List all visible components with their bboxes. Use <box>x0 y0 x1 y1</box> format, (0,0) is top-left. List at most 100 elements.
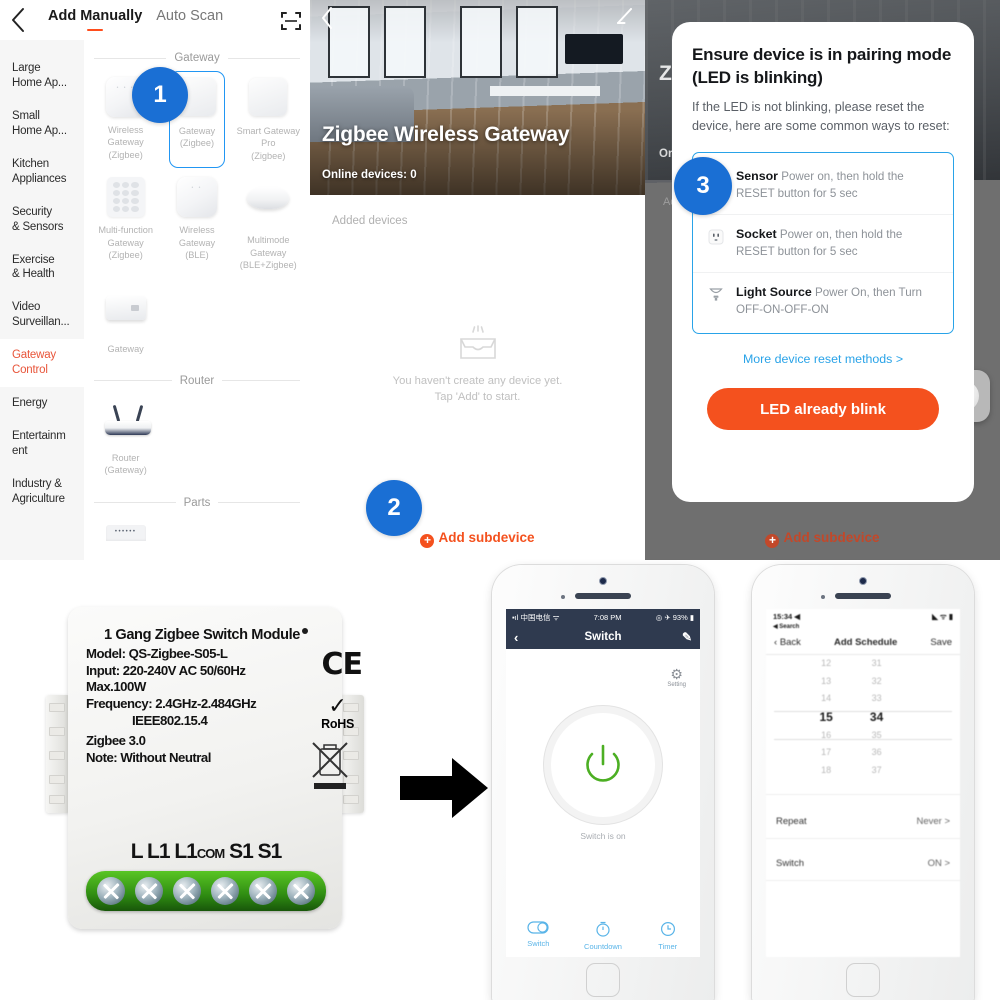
device-thumbnail: •••••• <box>105 524 147 560</box>
spec-note: Note: Without Neutral <box>86 749 211 765</box>
poster-canvas: Add Manually Auto Scan Large Home Ap... … <box>0 0 1000 1000</box>
minute-option: 35 <box>871 729 882 740</box>
clock-icon <box>635 921 700 939</box>
tab-auto-scan[interactable]: Auto Scan <box>156 8 223 27</box>
back-icon[interactable] <box>10 7 26 33</box>
back-icon[interactable]: ‹ <box>514 630 518 645</box>
pairing-mode-dialog: Ensure device is in pairing mode (LED is… <box>672 22 974 502</box>
sidebar-item-label: Gateway Control <box>12 349 56 377</box>
device-name: Multimode Gateway (BLE+Zigbee) <box>239 235 297 271</box>
sidebar-item-security-sensors[interactable]: Security & Sensors <box>0 196 84 244</box>
terminal-screw <box>97 877 125 905</box>
more-reset-methods-link[interactable]: More device reset methods > <box>692 352 954 366</box>
device-name: Wireless Gateway (Zigbee) <box>107 125 144 160</box>
save-button[interactable]: Save <box>930 637 952 648</box>
gateway-hero-image: Zigbee Wireless Gateway Online devices: … <box>310 0 645 195</box>
home-button[interactable] <box>586 963 620 997</box>
bottom-tab-bar: Switch Countdown Timer <box>506 921 700 951</box>
tab-add-manually[interactable]: Add Manually <box>48 8 142 27</box>
power-toggle-button[interactable] <box>551 713 655 817</box>
sidebar-item-label: Video Surveillan... <box>12 301 70 329</box>
row-label: Repeat <box>776 816 807 827</box>
status-bar: 15:34 ◀ ◀ Search ◣ ᯤ ▮ <box>766 609 960 631</box>
pairing-dialog-panel: Zigbee Wireless Gateway Online devices: … <box>645 0 1000 560</box>
device-card-multifunction-gateway[interactable]: Multi-function Gateway (Zigbee) <box>90 170 161 279</box>
spec-zigbee-version: Zigbee 3.0 <box>86 733 146 749</box>
reset-method-row: Socket Power on, then hold the RESET but… <box>693 213 953 272</box>
module-label: 1 Gang Zigbee Switch Module Model: QS-Zi… <box>86 627 326 766</box>
add-manually-header: Add Manually Auto Scan <box>0 0 310 40</box>
pencil-icon[interactable] <box>616 8 633 30</box>
led-already-blink-button[interactable]: LED already blink <box>707 388 939 431</box>
mounting-ear-left <box>46 695 70 813</box>
minute-option: 37 <box>871 764 882 775</box>
add-subdevice-label: Add subdevice <box>783 530 880 545</box>
minute-option-selected: 34 <box>869 709 884 724</box>
device-name: Gateway <box>107 343 144 354</box>
switch-status-text: Switch is on <box>580 831 626 841</box>
setting-button[interactable]: ⚙ Setting <box>667 667 686 688</box>
sidebar-item-energy[interactable]: Energy <box>0 387 84 420</box>
terminal-screw <box>135 877 163 905</box>
device-card-wireless-gateway-ble[interactable]: • • Wireless Gateway (BLE) <box>161 170 232 279</box>
rohs-mark: ✓ RoHS <box>321 693 354 732</box>
rohs-label: RoHS <box>321 717 354 731</box>
device-card-router-gateway[interactable]: Router (Gateway) <box>90 393 161 485</box>
device-card-gateway[interactable]: Gateway <box>90 280 161 363</box>
parts-device-grid: •••••• <box>90 515 304 560</box>
device-card-part[interactable]: •••••• <box>90 515 161 560</box>
online-devices-count: Online devices: 0 <box>322 169 417 181</box>
sidebar-item-kitchen-appliances[interactable]: Kitchen Appliances <box>0 148 84 196</box>
sidebar-item-video-surveillance[interactable]: Video Surveillan... <box>0 291 84 339</box>
terminal-label: COM <box>196 846 225 861</box>
row-repeat[interactable]: Repeat Never > <box>766 805 960 839</box>
qr-scan-icon[interactable] <box>280 10 302 32</box>
minute-column[interactable]: 31 32 33 34 35 36 37 <box>828 655 925 779</box>
checkmark-icon: ✓ <box>328 693 347 718</box>
router-device-grid: Router (Gateway) <box>90 393 304 485</box>
add-subdevice-button[interactable]: + Add subdevice <box>310 530 645 548</box>
gear-icon: ⚙ <box>670 666 683 682</box>
zigbee-switch-module-photo: 1 Gang Zigbee Switch Module Model: QS-Zi… <box>40 595 370 945</box>
reset-method-text: Socket Power on, then hold the RESET but… <box>736 226 941 261</box>
row-switch[interactable]: Switch ON > <box>766 847 960 881</box>
tab-countdown[interactable]: Countdown <box>571 921 636 951</box>
phone-screen-schedule: 15:34 ◀ ◀ Search ◣ ᯤ ▮ ‹ Back Add Schedul… <box>766 609 960 957</box>
proximity-sensor <box>821 595 825 599</box>
terminal-labels: L L1 L1COM S1 S1 <box>80 840 332 864</box>
time-picker[interactable]: 12 13 14 15 16 17 18 31 32 33 34 35 36 3… <box>766 655 960 795</box>
device-card-multimode-gateway[interactable]: Multimode Gateway (BLE+Zigbee) <box>233 170 304 279</box>
section-title: Parts <box>183 496 211 509</box>
background-add-subdevice-button[interactable]: + Add subdevice <box>645 530 1000 548</box>
row-label: Switch <box>776 858 804 869</box>
terminal-label: L1 <box>147 840 170 863</box>
sidebar-item-small-home-appliances[interactable]: Small Home Ap... <box>0 100 84 148</box>
sidebar-item-gateway-control[interactable]: Gateway Control <box>0 339 84 388</box>
earpiece-speaker <box>835 593 891 599</box>
sidebar-item-industry-agriculture[interactable]: Industry & Agriculture <box>0 468 84 516</box>
home-button[interactable] <box>846 963 880 997</box>
ce-mark: CE <box>321 647 363 682</box>
sidebar-item-exercise-health[interactable]: Exercise & Health <box>0 244 84 292</box>
tab-switch[interactable]: Switch <box>506 921 571 951</box>
status-time: 15:34 ◀ ◀ Search <box>773 612 801 630</box>
sidebar-item-large-home-appliances[interactable]: Large Home Ap... <box>0 52 84 100</box>
tab-timer[interactable]: Timer <box>635 921 700 951</box>
screw-hole <box>301 628 308 634</box>
reset-device-name: Sensor <box>736 169 779 183</box>
empty-line-1: You haven't create any device yet. <box>392 375 563 387</box>
minute-option: 31 <box>871 658 882 668</box>
mode-tabs: Add Manually Auto Scan <box>48 8 223 27</box>
light-bulb-icon <box>705 284 727 309</box>
back-button[interactable]: ‹ Back <box>774 637 801 648</box>
sidebar-item-label: Exercise & Health <box>12 253 55 281</box>
device-card-smart-gateway-pro[interactable]: Smart Gateway Pro (Zigbee) <box>233 70 304 170</box>
sidebar-item-entertainment[interactable]: Entertainm ent <box>0 420 84 468</box>
plus-circle-icon: + <box>765 534 780 548</box>
row-value: Never > <box>916 816 950 827</box>
device-thumbnail <box>104 404 151 447</box>
status-icons: ◣ ᯤ ▮ <box>932 612 953 621</box>
pencil-icon[interactable]: ✎ <box>682 630 692 644</box>
status-bar: ▪ıl 中国电信 ᯤ 7:08 PM ◎ ✈ 93% ▮ <box>506 609 700 625</box>
back-icon[interactable] <box>320 6 334 35</box>
